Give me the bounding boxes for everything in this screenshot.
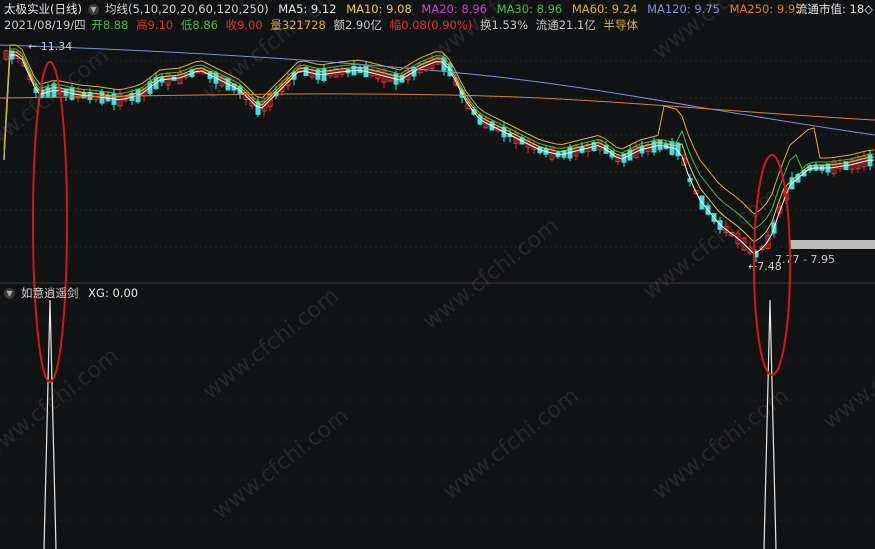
watermark-text: www.cfchi.com: [0, 43, 114, 164]
high-price-marker: ← 11.34: [28, 40, 72, 53]
change: 幅0.08(0.90%): [389, 18, 473, 32]
signal-spike: [43, 299, 57, 549]
stock-name[interactable]: 太极实业(日线): [4, 2, 82, 16]
chevron-down-icon[interactable]: ▼: [87, 4, 99, 15]
watermark-text: www.cfchi.com: [648, 383, 793, 504]
market-cap-label: 流通市值: 18◇: [795, 2, 873, 16]
amount: 额2.90亿: [333, 18, 383, 32]
watermark-text: www.cfchi.com: [0, 343, 124, 464]
header-row-1: 太极实业(日线) ▼ 均线(5,10,20,20,60,120,250) MA5: …: [4, 1, 808, 17]
float-shares: 流通21.1亿: [535, 18, 596, 32]
ma5-value: MA5: 9.12: [278, 2, 337, 16]
header-row-2: 2021/08/19/四 开8.88 高9.10 低8.86 收9.00 量32…: [4, 17, 644, 33]
candle-body: [657, 139, 663, 151]
watermark-text: www.cfchi.com: [438, 383, 583, 504]
indicator-name[interactable]: 如意逍遥剑: [21, 286, 79, 300]
open-price: 开8.88: [91, 18, 129, 32]
price-range-bar: [790, 240, 875, 249]
ma250-value: MA250: 9.95: [729, 2, 803, 16]
sector[interactable]: 半导体: [603, 18, 638, 32]
low-price: 低8.86: [180, 18, 218, 32]
ma60-value: MA60: 9.24: [571, 2, 638, 16]
ma-label[interactable]: 均线(5,10,20,20,60,120,250): [105, 2, 269, 16]
indicator-header: ▼ 如意逍遥剑 XG: 0.00: [4, 285, 144, 301]
watermark-text: www.cfchi.com: [208, 403, 353, 524]
watermark-text: www.cfchi.com: [198, 283, 343, 404]
chevron-down-icon[interactable]: ▼: [4, 288, 15, 299]
date: 2021/08/19/四: [4, 18, 86, 32]
high-price: 高9.10: [136, 18, 174, 32]
watermark-text: www.cfchi.com: [818, 313, 875, 434]
price-range-label: 7.77 - 7.95: [775, 253, 835, 266]
watermark-text: www.cfchi.com: [418, 213, 563, 334]
ma20-value: MA20: 8.96: [421, 2, 487, 16]
ma10-value: MA10: 9.08: [346, 2, 412, 16]
ma60-line: [3, 44, 875, 215]
indicator-value: XG: 0.00: [88, 286, 139, 300]
close-price: 收9.00: [225, 18, 263, 32]
ma120-value: MA120: 9.75: [647, 2, 720, 16]
turnover: 换1.53%: [480, 18, 529, 32]
kline-chart[interactable]: ← 11.34←7.487.77 - 7.95www.cfchi.com www.…: [0, 0, 875, 549]
volume: 量321728: [270, 18, 326, 32]
ma30-value: MA30: 8.96: [496, 2, 563, 16]
